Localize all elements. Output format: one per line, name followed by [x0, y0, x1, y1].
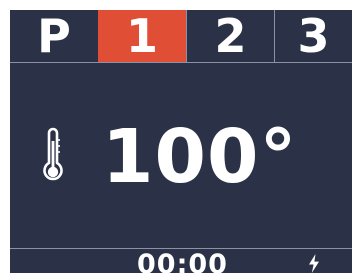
thermometer-icon [43, 127, 63, 181]
oven-display: P 1 2 3 100° 00:00 [10, 10, 352, 273]
temperature-row[interactable]: 100° [10, 105, 352, 215]
lightning-bolt-icon [309, 254, 319, 273]
tab-1[interactable]: 1 [98, 10, 186, 62]
tab-2[interactable]: 2 [186, 10, 274, 62]
program-tabs: P 1 2 3 [10, 10, 352, 62]
tab-3[interactable]: 3 [274, 10, 352, 62]
timer-display[interactable]: 00:00 [137, 248, 228, 273]
temperature-value: 100° [102, 114, 298, 200]
tab-divider [10, 62, 352, 63]
tab-program[interactable]: P [10, 10, 98, 62]
